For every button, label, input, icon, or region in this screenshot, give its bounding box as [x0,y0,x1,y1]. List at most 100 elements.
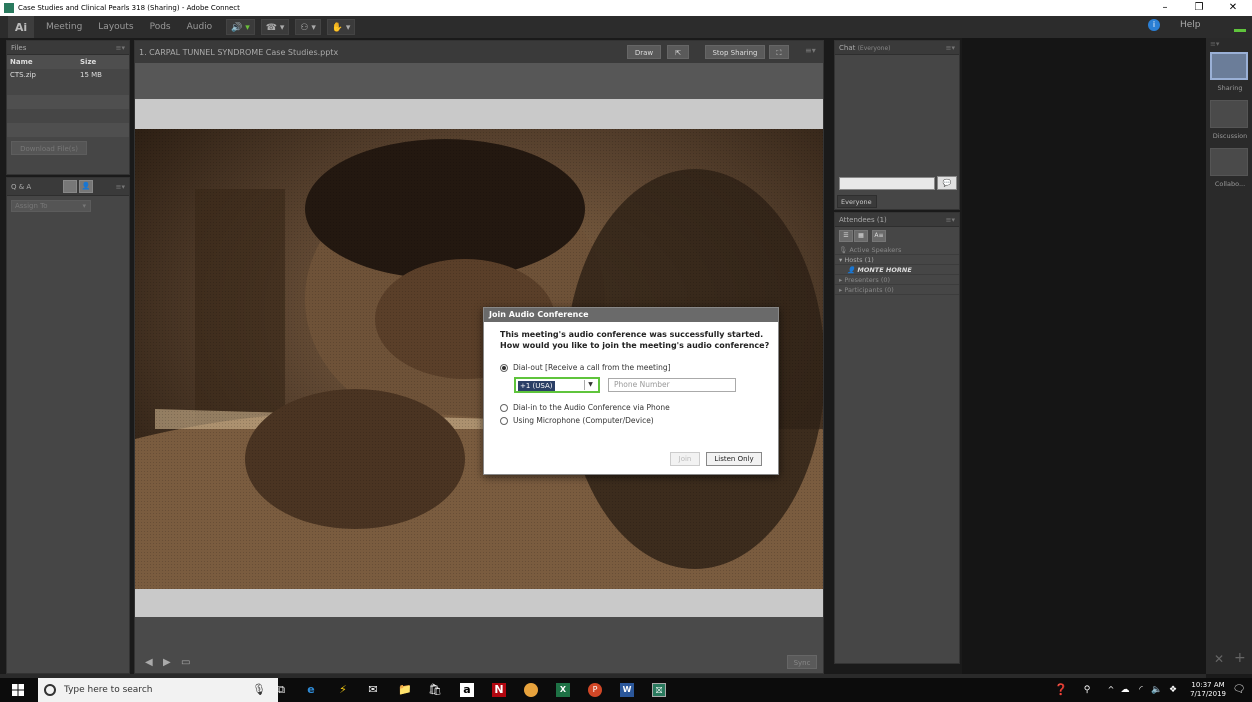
previous-slide-icon[interactable]: ◀ [145,657,153,668]
sync-button[interactable]: Sync [787,655,817,669]
phone-number-input[interactable]: Phone Number [608,378,736,392]
netflix-icon[interactable]: N [492,683,506,697]
layouts-bar: ≡▾ Sharing Discussion Collabo... ✕ + [1206,38,1252,674]
fullscreen-icon[interactable]: ⛶ [769,45,789,59]
attendee-host[interactable]: 👤 MONTE HORNE [835,265,959,275]
task-view-icon[interactable]: ⧉ [274,683,288,697]
radio-unselected-icon[interactable] [500,416,508,425]
mail-icon[interactable]: ✉ [366,683,380,697]
amazon-icon[interactable]: a [460,683,474,697]
close-icon[interactable]: ✕ [1214,652,1224,666]
next-slide-icon[interactable]: ▶ [163,657,171,668]
dialog-title: Join Audio Conference [484,308,778,322]
people-icon[interactable]: ⚲ [1080,683,1094,697]
menu-layouts[interactable]: Layouts [90,22,141,32]
file-row[interactable]: CTS.zip 15 MB [7,69,129,81]
lightning-app-icon[interactable]: ⚡ [336,683,350,697]
maximize-button[interactable]: ❐ [1184,0,1214,16]
add-layout-icon[interactable]: + [1234,650,1246,666]
excel-icon[interactable]: X [556,683,570,697]
menu-bar: Ai Meeting Layouts Pods Audio 🔊 ▾ ☎ ▾ ⚇ … [0,16,1252,38]
hosts-group[interactable]: ▾ Hosts (1) [835,255,959,265]
pointer-icon[interactable]: ⇱ [667,45,689,59]
chat-scope: (Everyone) [857,45,891,52]
chevron-down-icon: ▼ [584,380,596,390]
layout-collaboration-tile[interactable] [1210,148,1248,176]
onedrive-icon[interactable]: ☁ [1118,683,1132,697]
word-icon[interactable]: W [620,683,634,697]
attendees-toolbar: ☰ ▦ A≡ [835,227,959,245]
chrome-icon[interactable] [524,683,538,697]
radio-selected-icon[interactable] [500,363,508,372]
speaker-volume-icon[interactable]: 🔊 ▾ [226,19,255,35]
dropbox-icon[interactable]: ❖ [1166,683,1180,697]
chevron-up-icon[interactable]: ^ [1104,683,1118,697]
stop-sharing-button[interactable]: Stop Sharing [705,45,765,59]
layout-discussion-tile[interactable] [1210,100,1248,128]
attendees-pod-header: Attendees (1) ≡▾ [835,213,959,227]
volume-icon[interactable]: 🔈 [1150,683,1164,697]
layouts-menu-icon[interactable]: ≡▾ [1210,40,1219,48]
dialin-option[interactable]: Dial-in to the Audio Conference via Phon… [500,403,670,412]
assign-to-select[interactable]: Assign To ▾ [11,200,91,212]
attendees-pod-title: Attendees [839,216,875,224]
dialout-option[interactable]: Dial-out [Receive a call from the meetin… [500,363,671,372]
microphone-option[interactable]: Using Microphone (Computer/Device) [500,416,654,425]
draw-button[interactable]: Draw [627,45,661,59]
info-icon[interactable]: i [1148,19,1160,31]
pod-options-icon[interactable]: ≡▾ [116,41,125,55]
qa-presenter-icon[interactable]: 👤 [79,180,93,193]
layout-collaboration-label: Collabo... [1214,180,1246,188]
slide-thumbnail-icon[interactable]: ▭ [181,657,190,668]
listen-only-button[interactable]: Listen Only [706,452,762,466]
minimize-button[interactable]: – [1150,0,1180,16]
country-code-value: +1 (USA) [518,381,555,391]
qa-pod-title: Q & A [11,183,32,191]
radio-unselected-icon[interactable] [500,403,508,412]
pod-options-icon[interactable]: ≡▾ [116,178,125,196]
windows-taskbar: Type here to search 🎙 ⧉ e ⚡ ✉ 📁 🛍 a N X … [0,678,1252,702]
menu-audio[interactable]: Audio [179,22,221,32]
dialog-message-line2: How would you like to join the meeting's… [500,341,770,350]
pod-options-icon[interactable]: ≡▾ [805,46,816,55]
phone-icon[interactable]: ☎ ▾ [260,19,290,35]
slide-top-band [135,99,823,129]
slide-bottom-band [135,589,823,617]
share-pod-title: 1. CARPAL TUNNEL SYNDROME Case Studies.p… [139,47,339,57]
taskbar-search-box[interactable]: Type here to search 🎙 [38,678,278,702]
presenters-group[interactable]: ▸ Presenters (0) [835,275,959,285]
chat-message-input[interactable] [839,177,935,190]
send-message-icon[interactable]: 💬 [937,176,957,190]
pod-options-icon[interactable]: ≡▾ [946,41,955,55]
help-menu[interactable]: Help [1180,20,1201,30]
pod-options-icon[interactable]: ≡▾ [946,213,955,227]
close-button[interactable]: ✕ [1218,0,1248,16]
qa-view-all-icon[interactable] [63,180,77,193]
webcam-icon[interactable]: ⚇ ▾ [295,19,321,35]
files-pod-title: Files [11,44,27,52]
raise-hand-icon[interactable]: ✋ ▾ [326,19,356,35]
help-tray-icon[interactable]: ❓ [1054,683,1068,697]
store-icon[interactable]: 🛍 [428,683,442,697]
adobe-connect-taskbar-icon[interactable]: ⛝ [652,683,666,697]
download-files-button[interactable]: Download File(s) [11,141,87,155]
participants-group[interactable]: ▸ Participants (0) [835,285,959,295]
empty-stage-area [962,38,1206,674]
edge-browser-icon[interactable]: e [304,683,318,697]
layout-sharing-tile[interactable] [1210,52,1248,80]
chat-tab-everyone[interactable]: Everyone [837,195,877,208]
menu-meeting[interactable]: Meeting [38,22,90,32]
taskbar-clock[interactable]: 10:37 AM 7/17/2019 [1190,681,1226,699]
grid-view-icon[interactable]: ▦ [854,230,868,242]
windows-start-icon[interactable] [12,684,24,696]
microphone-icon[interactable]: 🎙 [252,683,266,696]
list-view-icon[interactable]: ☰ [839,230,853,242]
menu-pods[interactable]: Pods [142,22,179,32]
status-icon[interactable]: A≡ [872,230,886,242]
file-explorer-icon[interactable]: 📁 [398,683,412,697]
join-button[interactable]: Join [670,452,700,466]
wifi-icon[interactable]: ◜ [1134,683,1148,697]
country-code-select[interactable]: +1 (USA) ▼ [514,377,600,393]
powerpoint-icon[interactable]: P [588,683,602,697]
notifications-icon[interactable]: 🗨 [1232,683,1246,697]
